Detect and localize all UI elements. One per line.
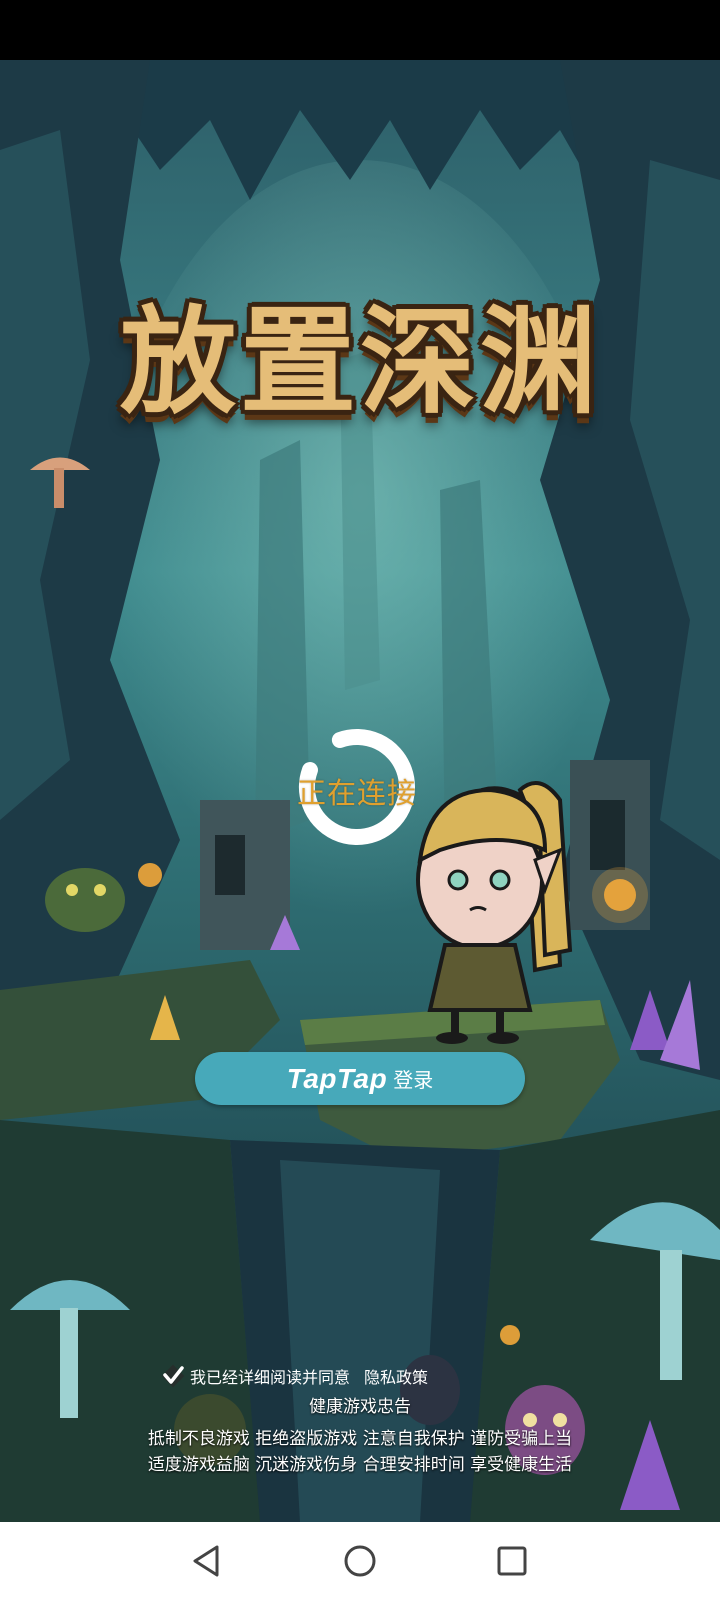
back-button[interactable] <box>185 1539 229 1583</box>
agreement-text: 我已经详细阅读并同意 <box>190 1368 351 1387</box>
status-bar <box>0 0 720 60</box>
game-title-logo: 放置深渊 <box>120 294 600 430</box>
loading-status-text: 正在连接 <box>296 776 417 810</box>
system-navigation-bar <box>0 1522 720 1600</box>
circle-home-icon <box>344 1545 376 1577</box>
triangle-back-icon <box>193 1545 219 1577</box>
home-button[interactable] <box>338 1539 382 1583</box>
taptap-logo: TapTap <box>286 1062 388 1094</box>
square-recents-icon <box>497 1546 527 1576</box>
login-label: 登录 <box>393 1068 434 1092</box>
recents-button[interactable] <box>490 1539 534 1583</box>
privacy-agreement: 我已经详细阅读并同意 隐私政策 <box>160 1362 428 1390</box>
agreement-checkbox[interactable] <box>160 1363 186 1389</box>
health-notice-line-1: 抵制不良游戏 拒绝盗版游戏 注意自我保护 谨防受骗上当 <box>147 1429 573 1449</box>
taptap-login-button[interactable]: TapTap 登录 <box>195 1052 525 1105</box>
checkmark-icon <box>161 1364 185 1388</box>
health-notice-line-2: 适度游戏益脑 沉迷游戏伤身 合理安排时间 享受健康生活 <box>147 1455 573 1475</box>
privacy-policy-link[interactable]: 隐私政策 <box>364 1364 428 1388</box>
health-notice-title: 健康游戏忠告 <box>309 1397 411 1417</box>
loading-indicator: 正在连接 <box>292 722 422 852</box>
